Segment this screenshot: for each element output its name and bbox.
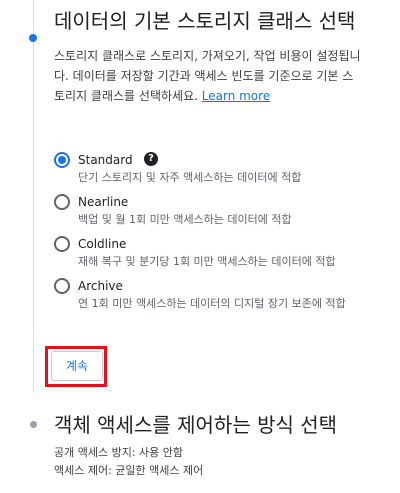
public-access-summary: 공개 액세스 방지: 사용 안함	[54, 446, 184, 459]
help-icon[interactable]: ?	[144, 152, 158, 166]
radio-nearline[interactable]	[54, 194, 70, 210]
storage-class-description: 스토리지 클래스로 스토리지, 가져오기, 작업 비용이 설정됩니다. 데이터를…	[54, 46, 364, 106]
radio-standard[interactable]	[54, 152, 70, 168]
option-standard-label: Standard	[78, 153, 133, 167]
option-archive-description: 연 1회 미만 액세스하는 데이터의 디지털 장기 보존에 적합	[78, 297, 346, 310]
access-control-summary: 액세스 제어: 균일한 액세스 제어	[54, 464, 204, 477]
learn-more-link[interactable]: Learn more	[202, 89, 270, 103]
step-inactive-dot	[30, 421, 37, 428]
option-coldline-label: Coldline	[78, 237, 127, 251]
option-nearline-label: Nearline	[78, 195, 129, 209]
continue-button[interactable]: 계속	[51, 351, 103, 381]
radio-archive[interactable]	[54, 278, 70, 294]
option-standard-description: 단기 스토리지 및 자주 액세스하는 데이터에 적합	[78, 171, 302, 184]
option-coldline-description: 재해 복구 및 분기당 1회 미만 액세스하는 데이터에 적합	[78, 255, 336, 268]
access-control-step: 객체 액세스를 제어하는 방식 선택 공개 액세스 방지: 사용 안함 액세스 …	[54, 410, 374, 480]
step-active-dot	[29, 34, 37, 42]
storage-class-title: 데이터의 기본 스토리지 클래스 선택	[54, 9, 356, 33]
storage-class-step: 데이터의 기본 스토리지 클래스 선택 스토리지 클래스로 스토리지, 가져오기…	[54, 6, 374, 106]
option-archive-label: Archive	[78, 279, 123, 293]
option-nearline-description: 백업 및 월 1회 미만 액세스하는 데이터에 적합	[78, 213, 292, 226]
stepper-rail	[33, 0, 34, 393]
access-control-title: 객체 액세스를 제어하는 방식 선택	[54, 413, 338, 437]
radio-coldline[interactable]	[54, 236, 70, 252]
